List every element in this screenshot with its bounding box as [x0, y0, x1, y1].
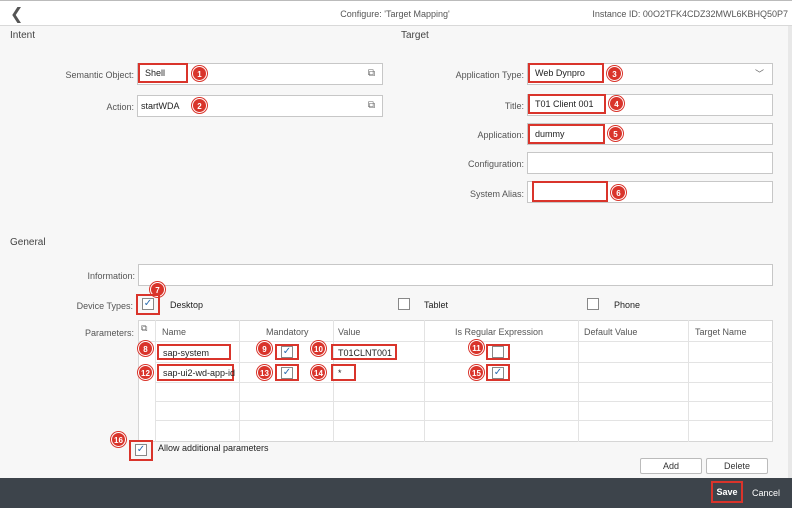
- title-value: T01 Client 001: [535, 99, 594, 109]
- application-type-label: Application Type:: [455, 70, 524, 80]
- table-col-divider: [688, 320, 689, 442]
- parameters-label: Parameters:: [84, 328, 134, 338]
- callout-badge-1: 1: [192, 66, 207, 81]
- param-value-highlight: T01CLNT001: [331, 344, 397, 360]
- callout-badge-2: 2: [192, 98, 207, 113]
- title-label: Title:: [504, 101, 524, 111]
- application-label: Application:: [477, 130, 524, 140]
- general-section-label: General: [10, 237, 46, 248]
- value-help-icon[interactable]: ⧉: [368, 68, 375, 79]
- system-alias-label: System Alias:: [469, 189, 524, 199]
- chevron-left-icon[interactable]: ❮: [10, 4, 23, 23]
- parameters-table: [138, 320, 773, 442]
- information-label: Information:: [87, 271, 135, 281]
- configuration-label: Configuration:: [467, 159, 524, 169]
- phone-checkbox[interactable]: [587, 298, 599, 310]
- callout-badge-3: 3: [607, 66, 622, 81]
- mandatory-checkbox[interactable]: ✓: [281, 346, 293, 358]
- param-name-cell: sap-system: [163, 348, 210, 358]
- table-row-divider: [155, 401, 773, 402]
- information-field[interactable]: [138, 264, 773, 286]
- table-row-divider: [155, 382, 773, 383]
- title-highlight: T01 Client 001: [528, 94, 606, 114]
- column-header-default-value: Default Value: [584, 327, 638, 337]
- table-col-divider: [578, 320, 579, 442]
- copy-icon[interactable]: ⧉: [141, 324, 147, 334]
- application-type-value: Web Dynpro: [535, 68, 585, 78]
- allow-additional-checkbox[interactable]: ✓: [135, 444, 147, 456]
- desktop-checkbox[interactable]: ✓: [142, 298, 154, 310]
- table-header-divider: [138, 341, 773, 342]
- callout-badge-14: 14: [311, 365, 326, 380]
- intent-section-label: Intent: [10, 30, 36, 41]
- callout-badge-13: 13: [257, 365, 272, 380]
- page-title: Configure: 'Target Mapping': [340, 9, 450, 19]
- target-section-label: Target: [401, 30, 429, 41]
- application-value: dummy: [535, 129, 565, 139]
- system-alias-highlight: [532, 181, 608, 202]
- desktop-label: Desktop: [170, 300, 204, 310]
- table-col-divider: [424, 320, 425, 442]
- cancel-button[interactable]: Cancel: [752, 488, 780, 498]
- callout-badge-4: 4: [609, 96, 624, 111]
- tablet-label: Tablet: [424, 300, 449, 310]
- regex-checkbox[interactable]: ✓: [492, 367, 504, 379]
- tablet-checkbox[interactable]: [398, 298, 410, 310]
- scrollbar[interactable]: [788, 26, 792, 478]
- configuration-field[interactable]: [527, 152, 773, 174]
- callout-badge-16: 16: [111, 432, 126, 447]
- table-row-divider: [155, 362, 773, 363]
- application-type-highlight: Web Dynpro: [528, 63, 604, 83]
- allow-additional-label: Allow additional parameters: [158, 443, 269, 453]
- action-value: startWDA: [141, 101, 180, 111]
- callout-badge-8: 8: [138, 341, 153, 356]
- param-name-highlight: sap-system: [157, 344, 231, 360]
- callout-badge-6: 6: [611, 185, 626, 200]
- table-row-divider: [155, 420, 773, 421]
- callout-badge-11: 11: [469, 340, 484, 355]
- regex-checkbox[interactable]: [492, 346, 504, 358]
- semantic-object-highlight: Shell: [138, 63, 188, 83]
- add-button[interactable]: Add: [640, 458, 702, 474]
- callout-badge-12: 12: [138, 365, 153, 380]
- column-header-name: Name: [162, 327, 187, 337]
- chevron-down-icon[interactable]: ﹀: [755, 67, 764, 80]
- application-highlight: dummy: [528, 124, 605, 144]
- device-types-label: Device Types:: [76, 301, 133, 311]
- column-header-regex: Is Regular Expression: [455, 327, 544, 337]
- column-header-value: Value: [338, 327, 361, 337]
- param-value-cell: T01CLNT001: [338, 348, 393, 358]
- param-name-cell: sap-ui2-wd-app-id: [163, 368, 236, 378]
- callout-badge-15: 15: [469, 365, 484, 380]
- callout-badge-5: 5: [608, 126, 623, 141]
- column-header-target-name: Target Name: [695, 327, 747, 337]
- table-col-divider: [239, 320, 240, 442]
- instance-id: Instance ID: 00O2TFK4CDZ32MWL6KBHQ50P7: [592, 9, 788, 19]
- save-button[interactable]: Save: [711, 481, 743, 503]
- column-header-mandatory: Mandatory: [266, 327, 309, 337]
- param-name-highlight: sap-ui2-wd-app-id: [157, 364, 236, 381]
- semantic-object-label: Semantic Object:: [65, 70, 134, 80]
- footer-bar: [0, 478, 792, 508]
- semantic-object-value: Shell: [145, 68, 166, 78]
- delete-button[interactable]: Delete: [706, 458, 768, 474]
- value-help-icon[interactable]: ⧉: [368, 100, 375, 111]
- callout-badge-9: 9: [257, 341, 272, 356]
- table-col-divider: [155, 320, 156, 442]
- action-label: Action:: [106, 102, 134, 112]
- table-col-divider: [333, 320, 334, 442]
- mandatory-checkbox[interactable]: ✓: [281, 367, 293, 379]
- param-value-highlight: *: [331, 364, 356, 381]
- header-bar: ❮ Configure: 'Target Mapping' Instance I…: [0, 0, 792, 26]
- param-value-cell: *: [338, 368, 342, 378]
- callout-badge-10: 10: [311, 341, 326, 356]
- phone-label: Phone: [614, 300, 641, 310]
